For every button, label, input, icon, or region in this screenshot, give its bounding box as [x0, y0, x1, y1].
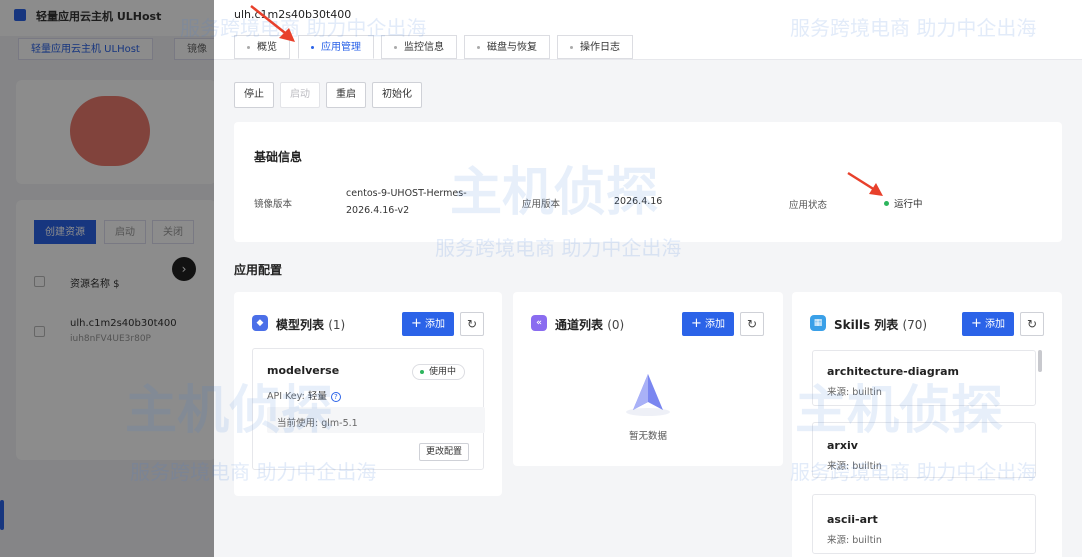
image-version-label: 镜像版本 — [254, 199, 293, 210]
api-key-value: 轻量 — [307, 391, 327, 402]
skills-grid-icon: ▦ — [810, 315, 826, 331]
add-channel-label: 添加 — [704, 319, 725, 330]
current-model-value: glm-5.1 — [321, 418, 358, 429]
image-version-value-line1: centos-9-UHOST-Hermes- — [346, 188, 467, 199]
refresh-icon: ↻ — [466, 317, 478, 331]
image-version-value-line2: 2026.4.16-v2 — [346, 205, 410, 216]
skill-name: arxiv — [827, 439, 858, 452]
skill-source-label: 来源: — [827, 387, 850, 398]
drawer-header: ulh.c1m2s40b30t400 概览 应用管理 监控信息 磁盘与恢复 操作… — [214, 0, 1082, 60]
add-model-label: 添加 — [424, 319, 445, 330]
skill-card[interactable]: architecture-diagram 来源: builtin — [812, 350, 1036, 406]
edit-config-button[interactable]: 更改配置 — [419, 443, 470, 461]
skills-list-panel: ▦ Skills 列表 (70) + 添加 ↻ architecture-diag… — [792, 292, 1062, 557]
model-list-icon: ◆ — [252, 315, 268, 331]
api-key-row: API Key: 轻量? — [267, 388, 341, 402]
restart-button[interactable]: 重启 — [326, 82, 366, 108]
channel-list-icon: « — [531, 315, 547, 331]
skill-card[interactable]: arxiv 来源: builtin — [812, 422, 1036, 478]
skills-list-title: Skills 列表 (70) — [834, 316, 927, 333]
skill-source-value: builtin — [852, 461, 882, 472]
tab-app-management[interactable]: 应用管理 — [298, 35, 374, 59]
tab-monitoring[interactable]: 监控信息 — [381, 35, 457, 59]
add-skill-button[interactable]: + 添加 — [962, 312, 1014, 336]
model-name: modelverse — [267, 364, 340, 377]
plus-icon: + — [971, 316, 982, 331]
tab-operation-log[interactable]: 操作日志 — [557, 35, 633, 59]
refresh-icon: ↻ — [746, 317, 758, 331]
running-status-dot-icon — [884, 201, 889, 206]
model-list-panel: ◆ 模型列表 (1) + 添加 ↻ modelverse 使用中 API Key:… — [234, 292, 502, 496]
skill-source: 来源: builtin — [827, 532, 882, 546]
skill-name: architecture-diagram — [827, 365, 959, 378]
model-card[interactable]: modelverse 使用中 API Key: 轻量? 当前使用: glm-5.… — [252, 348, 485, 470]
app-config-title: 应用配置 — [234, 263, 283, 277]
model-status-badge: 使用中 — [412, 364, 466, 380]
skill-source: 来源: builtin — [827, 384, 882, 398]
skill-source-label: 来源: — [827, 461, 850, 472]
stop-button[interactable]: 停止 — [234, 82, 274, 108]
add-channel-button[interactable]: + 添加 — [682, 312, 734, 336]
add-model-button[interactable]: + 添加 — [402, 312, 454, 336]
refresh-channels-button[interactable]: ↻ — [740, 312, 764, 336]
skill-name: ascii-art — [827, 513, 878, 526]
skill-source: 来源: builtin — [827, 458, 882, 472]
app-status-value: 运行中 — [894, 199, 923, 210]
app-management-drawer: ulh.c1m2s40b30t400 概览 应用管理 监控信息 磁盘与恢复 操作… — [214, 0, 1082, 557]
instance-id: ulh.c1m2s40b30t400 — [234, 8, 352, 21]
empty-state-text: 暂无数据 — [628, 431, 667, 442]
initialize-button[interactable]: 初始化 — [372, 82, 422, 108]
skill-source-value: builtin — [852, 387, 882, 398]
skills-list-count: (70) — [902, 318, 928, 332]
basic-info-title: 基础信息 — [254, 150, 303, 164]
channel-list-title-text: 通道列表 — [555, 318, 604, 332]
skill-source-label: 来源: — [827, 535, 850, 546]
skill-card[interactable]: ascii-art 来源: builtin — [812, 494, 1036, 554]
refresh-skills-button[interactable]: ↻ — [1020, 312, 1044, 336]
refresh-icon: ↻ — [1026, 317, 1038, 331]
refresh-models-button[interactable]: ↻ — [460, 312, 484, 336]
model-list-title-text: 模型列表 — [276, 318, 325, 332]
channel-list-panel: « 通道列表 (0) + 添加 ↻ 暂无数据 — [513, 292, 783, 466]
empty-state-illustration — [626, 374, 670, 416]
skills-list-title-text: Skills 列表 — [834, 318, 899, 332]
current-model-text: 当前使用: glm-5.1 — [277, 415, 358, 429]
tab-disk-recovery[interactable]: 磁盘与恢复 — [464, 35, 550, 59]
skills-scrollbar[interactable] — [1038, 350, 1042, 372]
tab-overview[interactable]: 概览 — [234, 35, 290, 59]
channel-list-title: 通道列表 (0) — [555, 316, 624, 333]
model-list-count: (1) — [328, 318, 346, 332]
current-model-row: 当前使用: glm-5.1 — [267, 407, 485, 433]
current-model-label: 当前使用: — [277, 418, 319, 429]
model-list-title: 模型列表 (1) — [276, 316, 345, 333]
channel-list-count: (0) — [607, 318, 625, 332]
app-version-value: 2026.4.16 — [614, 196, 663, 207]
skill-source-value: builtin — [852, 535, 882, 546]
plus-icon: + — [691, 316, 702, 331]
add-skill-label: 添加 — [984, 319, 1005, 330]
api-key-label: API Key: — [267, 391, 305, 402]
plus-icon: + — [411, 316, 422, 331]
start-button[interactable]: 启动 — [280, 82, 320, 108]
app-version-label: 应用版本 — [522, 199, 561, 210]
help-question-icon[interactable]: ? — [330, 392, 341, 402]
app-status-label: 应用状态 — [789, 200, 828, 211]
basic-info-card: 基础信息 镜像版本 centos-9-UHOST-Hermes- 2026.4.… — [234, 122, 1062, 242]
